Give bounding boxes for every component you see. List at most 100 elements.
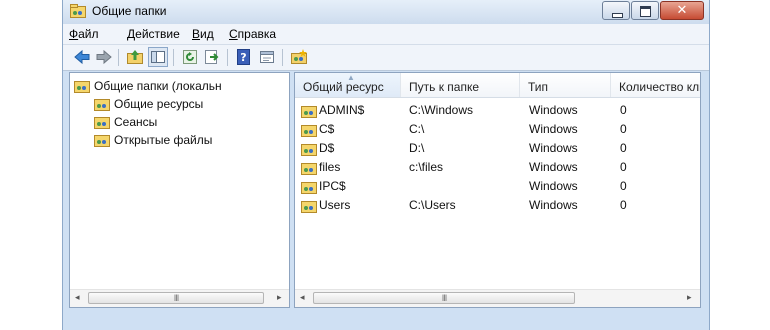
tree-root-label: Общие папки (локальн [94, 79, 222, 93]
share-path: C:\Windows [409, 103, 474, 117]
menu-file[interactable]: Файл [69, 27, 99, 41]
share-name: C$ [319, 122, 335, 136]
shared-folder-icon [74, 81, 90, 93]
column-header-label: Тип [528, 80, 549, 94]
share-path: c:\files [409, 160, 444, 174]
share-clients: 0 [620, 122, 627, 136]
menu-help-accel: С [229, 27, 238, 41]
share-path: C:\Users [409, 198, 456, 212]
table-row[interactable]: Users C:\Users Windows 0 [295, 196, 700, 215]
tree-item-label: Сеансы [114, 115, 158, 129]
share-name: files [319, 160, 341, 174]
tree-pane[interactable]: Общие папки (локальн Общие ресурсы Сеанс… [69, 72, 290, 308]
toolbar-separator [173, 49, 174, 66]
share-type: Windows [529, 103, 578, 117]
share-path: C:\ [409, 122, 425, 136]
shared-folder-icon [94, 135, 110, 147]
scroll-thumb[interactable]: III [313, 292, 575, 304]
share-type: Windows [529, 141, 578, 155]
shared-folder-icon [301, 182, 317, 194]
column-header-path[interactable]: Путь к папке [401, 73, 520, 97]
share-type: Windows [529, 160, 578, 174]
shares-list-pane[interactable]: ▲ Общий ресурс Путь к папке Тип Количест… [294, 72, 701, 308]
menu-view[interactable]: Вид [192, 27, 214, 41]
maximize-button[interactable] [631, 1, 659, 20]
share-type: Windows [529, 198, 578, 212]
scroll-grip: III [173, 293, 180, 303]
sort-ascending-icon: ▲ [347, 73, 355, 82]
table-row[interactable]: D$ D:\ Windows 0 [295, 139, 700, 158]
table-row[interactable]: C$ C:\ Windows 0 [295, 120, 700, 139]
share-name: IPC$ [319, 179, 346, 193]
menu-help[interactable]: Справка [229, 27, 276, 41]
help-icon[interactable]: ? [235, 48, 253, 66]
share-name: Users [319, 198, 351, 212]
menu-help-label: правка [237, 27, 277, 41]
svg-text:?: ? [240, 51, 246, 64]
scroll-right-arrow[interactable]: ▸ [687, 293, 692, 303]
shared-folder-icon [301, 144, 317, 156]
table-row[interactable]: IPC$ Windows 0 [295, 177, 700, 196]
shared-folder-icon [94, 117, 110, 129]
close-button[interactable]: ✕ [660, 1, 704, 20]
status-bar [63, 310, 709, 330]
minimize-button[interactable] [602, 1, 630, 20]
table-row[interactable]: files c:\files Windows 0 [295, 158, 700, 177]
toolbar-separator [282, 49, 283, 66]
scroll-grip: III [441, 293, 448, 303]
share-name: ADMIN$ [319, 103, 365, 117]
scroll-thumb[interactable]: III [88, 292, 264, 304]
share-clients: 0 [620, 141, 627, 155]
close-icon: ✕ [676, 3, 688, 18]
menu-view-label: ид [200, 27, 214, 41]
menu-file-accel: Ф [69, 27, 79, 41]
share-type: Windows [529, 122, 578, 136]
toolbar: ? [63, 45, 709, 71]
tree-item-label: Общие ресурсы [114, 97, 204, 111]
menu-file-label: айл [78, 27, 99, 41]
share-clients: 0 [620, 179, 627, 193]
list-header: ▲ Общий ресурс Путь к папке Тип Количест… [295, 73, 700, 98]
column-header-label: Общий ресурс [303, 80, 384, 94]
minimize-icon [612, 13, 623, 18]
column-header-clients[interactable]: Количество клиентских п [611, 73, 700, 97]
column-header-type[interactable]: Тип [520, 73, 611, 97]
share-name: D$ [319, 141, 335, 155]
properties-icon[interactable] [258, 48, 276, 66]
toolbar-separator [118, 49, 119, 66]
export-list-icon[interactable] [203, 48, 221, 66]
refresh-icon[interactable] [181, 48, 199, 66]
new-share-icon[interactable] [290, 48, 308, 66]
menu-view-accel: В [192, 27, 201, 41]
shared-folder-icon [301, 125, 317, 137]
menu-action-accel: Д [127, 27, 136, 41]
scroll-left-arrow[interactable]: ◂ [75, 293, 80, 303]
shared-folder-icon [70, 4, 86, 18]
column-header-share[interactable]: ▲ Общий ресурс [295, 73, 401, 97]
menu-bar: Файл Действие Вид Справка [63, 24, 709, 45]
shared-folder-icon [301, 201, 317, 213]
forward-icon[interactable] [95, 48, 113, 66]
show-hide-tree-icon[interactable] [148, 47, 168, 67]
shared-folders-window: Общие папки ✕ Файл Действие Вид Справка [62, 0, 710, 330]
toolbar-separator [227, 49, 228, 66]
shared-folder-icon [301, 106, 317, 118]
shared-folder-icon [301, 163, 317, 175]
tree-horizontal-scrollbar[interactable]: ◂ III ▸ [70, 289, 289, 307]
up-folder-icon[interactable] [126, 48, 144, 66]
table-row[interactable]: ADMIN$ C:\Windows Windows 0 [295, 101, 700, 120]
share-type: Windows [529, 179, 578, 193]
menu-action[interactable]: Действие [127, 27, 180, 41]
share-clients: 0 [620, 103, 627, 117]
list-horizontal-scrollbar[interactable]: ◂ III ▸ [295, 289, 700, 307]
scroll-right-arrow[interactable]: ▸ [277, 293, 282, 303]
menu-action-label: ействие [135, 27, 180, 41]
shared-folder-icon [94, 99, 110, 111]
column-header-label: Количество клиентских п [619, 80, 700, 94]
column-header-label: Путь к папке [409, 80, 480, 94]
share-path: D:\ [409, 141, 425, 155]
title-bar[interactable]: Общие папки ✕ [63, 0, 709, 24]
scroll-left-arrow[interactable]: ◂ [300, 293, 305, 303]
back-icon[interactable] [73, 48, 91, 66]
share-clients: 0 [620, 160, 627, 174]
